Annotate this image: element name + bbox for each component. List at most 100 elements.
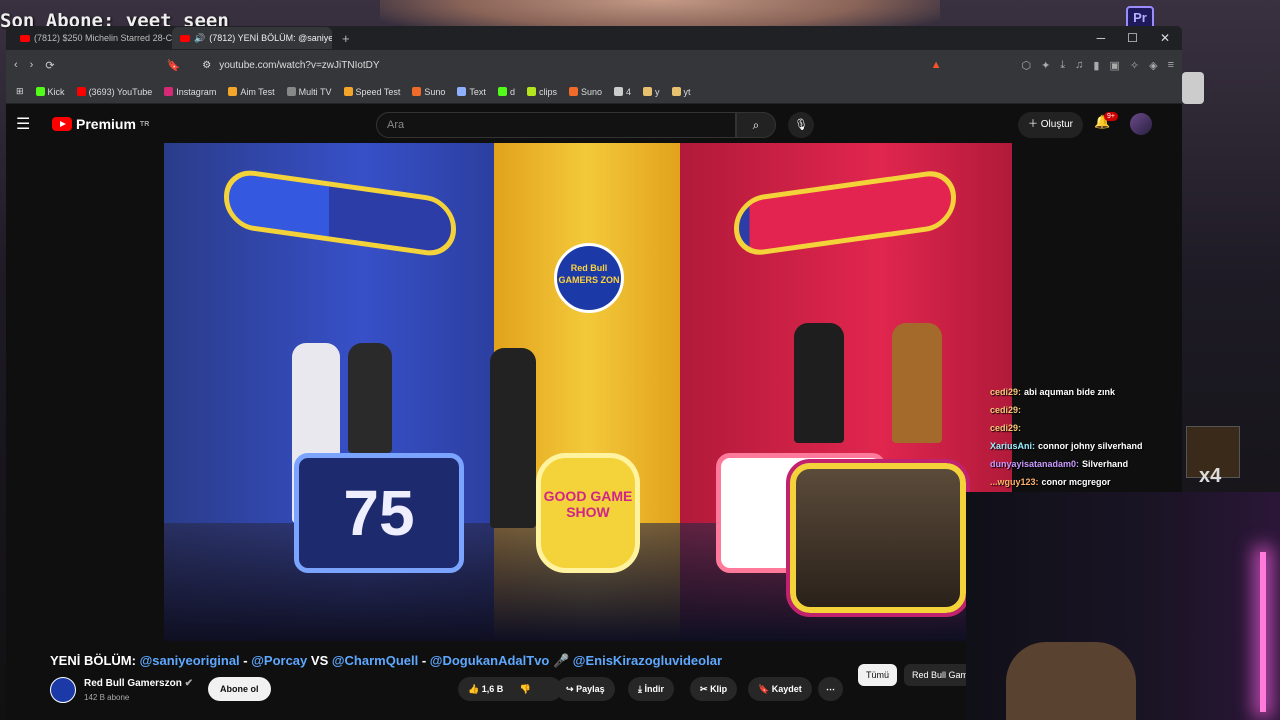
title-text: VS — [307, 653, 332, 668]
vpn-icon[interactable]: ◈ — [1149, 59, 1157, 72]
site-info-icon[interactable]: ⚙ — [202, 60, 211, 71]
subscriber-count: 142 B abone — [84, 693, 130, 702]
bookmarks-bar: ⊞ Kick (3693) YouTube Instagram Aim Test Mul… — [6, 80, 1182, 104]
download-button[interactable]: ⤓ İndir — [628, 677, 674, 701]
watch-icon — [1182, 72, 1204, 104]
tab-michelin[interactable]: (7812) $250 Michelin Starred 28-Cou — [12, 27, 172, 49]
title-mention-link[interactable]: @EnisKirazogluvideolar — [573, 653, 722, 668]
bookmark-item[interactable]: Aim Test — [228, 87, 275, 97]
reload-icon[interactable]: ⟳ — [45, 59, 54, 72]
left-score-podium: 75 — [294, 453, 464, 573]
tab-label: (7812) YENİ BÖLÜM: @saniye — [209, 33, 332, 43]
search-button[interactable]: ⌕ — [736, 112, 776, 138]
more-actions-button[interactable]: ⋯ — [818, 677, 843, 701]
tab-bar: (7812) $250 Michelin Starred 28-Cou 🔊 (7… — [6, 26, 1182, 50]
wallet-icon[interactable]: ▣ — [1109, 59, 1119, 72]
download-label: İndir — [644, 684, 665, 694]
bookmark-item[interactable]: clips — [526, 87, 557, 97]
host — [490, 348, 536, 528]
create-button[interactable]: ＋ Oluştur — [1018, 112, 1084, 138]
mic-icon: 🎙 — [794, 119, 808, 131]
close-window-icon[interactable]: ✕ — [1160, 31, 1170, 45]
download-icon[interactable]: ⤓ — [1060, 59, 1065, 72]
title-mention-link[interactable]: @CharmQuell — [332, 653, 418, 668]
bookmark-label: yt — [683, 86, 691, 97]
tab-yeni-bolum[interactable]: 🔊 (7812) YENİ BÖLÜM: @saniye ✕ — [172, 27, 332, 49]
apps-grid-icon[interactable]: ⊞ — [16, 86, 24, 97]
bookmark-label: y — [655, 86, 660, 97]
account-avatar[interactable] — [1130, 113, 1152, 135]
channel-avatar[interactable] — [50, 677, 76, 703]
thumbs-up-icon: 👍 — [468, 684, 480, 694]
youtube-logo[interactable]: Premium TR — [52, 116, 149, 132]
video-player[interactable]: Red Bull GAMERS ZON 75 GOOD GAME SHOW 1 — [164, 143, 1012, 641]
address-bar-row: ‹ › ⟳ 🔖 ⚙ youtube.com/watch?v=zwJiTNIotD… — [6, 50, 1182, 80]
bookmark-item[interactable]: Suno — [568, 87, 602, 97]
contestant-3 — [794, 323, 844, 443]
bookmark-icon[interactable]: 🔖 — [167, 59, 181, 72]
bookmark-item[interactable]: yt — [671, 86, 691, 97]
chat-username: ...wguy123: — [990, 477, 1039, 487]
subscribe-button[interactable]: Abone ol — [208, 677, 271, 701]
title-mention-link[interactable]: @saniyeoriginal — [140, 653, 240, 668]
notification-badge: 9+ — [1104, 112, 1118, 121]
bookmark-item[interactable]: d — [497, 87, 515, 97]
bookmark-item[interactable]: 4 — [614, 87, 631, 97]
chat-text: conor mcgregor — [1041, 477, 1111, 487]
bookmark-item[interactable]: Multi TV — [286, 87, 332, 97]
forward-icon[interactable]: › — [30, 59, 34, 71]
bookmark-item[interactable]: Text — [457, 87, 486, 97]
puzzle-icon[interactable]: ✦ — [1041, 59, 1050, 72]
bookmark-item[interactable]: (3693) YouTube — [76, 87, 152, 97]
chip-all[interactable]: Tümü — [858, 664, 898, 686]
share-icon: ↪ — [566, 684, 574, 694]
music-icon[interactable]: ♫ — [1075, 59, 1083, 72]
x4-label: x4 — [1199, 465, 1222, 487]
menu-icon[interactable]: ≡ — [1168, 59, 1174, 72]
like-count: 1,6 B — [481, 684, 504, 694]
bookmark-favicon-icon — [76, 87, 86, 96]
streamer-face — [1006, 642, 1136, 720]
search-input[interactable]: Ara — [376, 112, 736, 138]
url-field[interactable]: ⚙ youtube.com/watch?v=zwJiTNIotDY — [192, 54, 792, 76]
hamburger-menu-icon[interactable]: ☰ — [16, 114, 42, 134]
brave-shield-icon[interactable]: ▲ — [931, 59, 942, 72]
like-button[interactable]: 👍 1,6 B 👎 — [458, 677, 562, 701]
voice-search-button[interactable]: 🎙 — [788, 112, 814, 138]
maximize-icon[interactable]: ☐ — [1127, 31, 1138, 45]
title-mention-link[interactable]: @Porcay — [251, 653, 307, 668]
scissors-icon: ✂ — [700, 684, 708, 694]
extension-icon[interactable]: ⬡ — [1021, 59, 1031, 72]
extensions-bar: ▲ ⬡ ✦ ⤓ ♫ ▮ ▣ ✧ ◈ ≡ — [931, 59, 1174, 72]
bookmark-item[interactable]: y — [643, 87, 660, 97]
sidebar-icon[interactable]: ▮ — [1093, 59, 1099, 72]
clip-button[interactable]: ✂ Klip — [690, 677, 738, 701]
chat-message: ...wguy123: conor mcgregor — [990, 473, 1190, 491]
bookmark-favicon-icon — [457, 87, 467, 96]
bookmark-favicon-icon — [671, 87, 681, 96]
minimize-icon[interactable]: ─ — [1097, 31, 1106, 45]
youtube-favicon-icon — [20, 34, 30, 42]
save-icon: 🔖 — [758, 684, 770, 694]
search-icon: ⌕ — [752, 118, 760, 132]
bookmark-item[interactable]: Kick — [35, 87, 65, 97]
bookmark-label: 4 — [626, 86, 632, 97]
bookmark-favicon-icon — [568, 87, 578, 96]
bookmark-item[interactable]: Instagram — [164, 87, 216, 97]
channel-name[interactable]: Red Bull Gamerszon ✔ — [84, 678, 193, 689]
title-mention-link[interactable]: @DogukanAdalTvo — [430, 653, 550, 668]
ai-icon[interactable]: ✧ — [1130, 59, 1139, 72]
save-button[interactable]: 🔖 Kaydet — [748, 677, 812, 701]
new-tab-icon[interactable]: + — [342, 31, 350, 46]
share-button[interactable]: ↪ Paylaş — [556, 677, 615, 701]
thumbs-down-icon[interactable]: 👎 — [520, 684, 531, 694]
bookmark-label: Instagram — [176, 86, 217, 97]
back-icon[interactable]: ‹ — [14, 59, 18, 71]
bookmark-item[interactable]: Suno — [412, 87, 445, 97]
chat-username: dunyayisatanadam0: — [990, 459, 1080, 469]
url-text: youtube.com/watch?v=zwJiTNIotDY — [219, 59, 380, 71]
bookmark-item[interactable]: Speed Test — [343, 87, 400, 97]
youtube-favicon-icon — [180, 34, 190, 42]
bookmark-label: Text — [469, 86, 486, 97]
bookmark-label: Suno — [424, 86, 446, 97]
